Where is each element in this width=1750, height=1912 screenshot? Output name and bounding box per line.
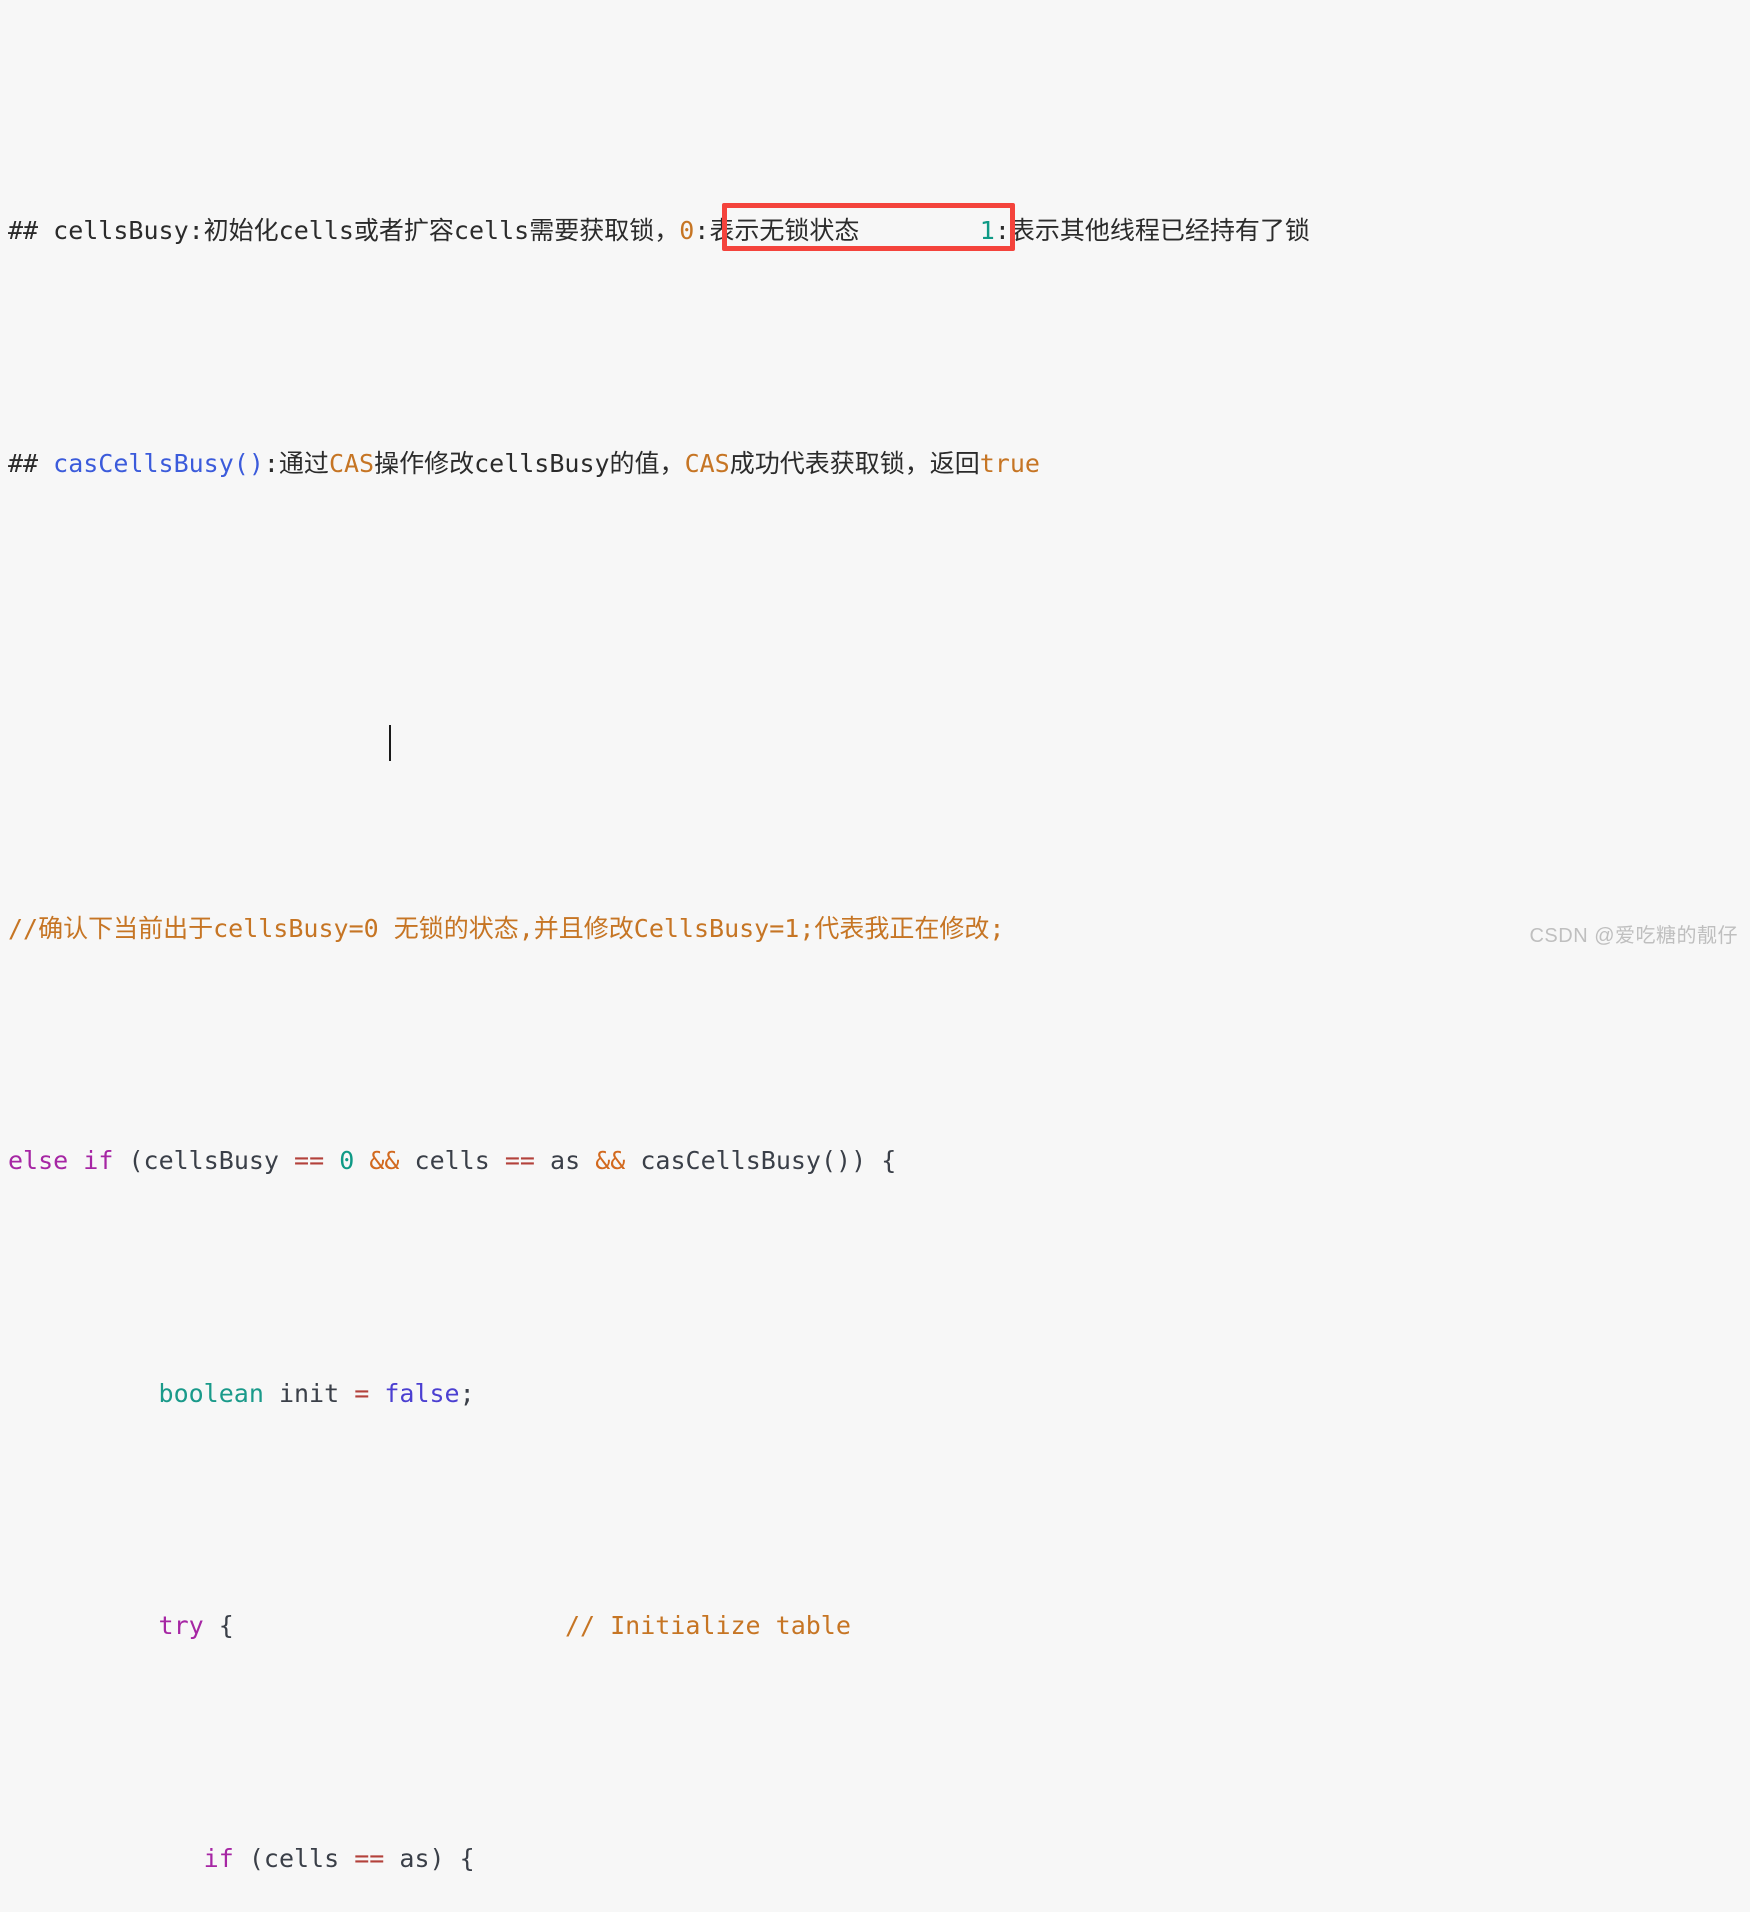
comment-confirm-text: //确认下当前出于cellsBusy=0 无锁的状态,并且修改CellsBusy… [8, 913, 1005, 943]
paren-close: ) [851, 1146, 867, 1175]
operator-equality-3: == [354, 1843, 385, 1873]
code-listing: ## cellsBusy:初始化cells或者扩容cells需要获取锁，0:表示… [8, 22, 1738, 1912]
note-cellsbusy-desc: :初始化cells或者扩容cells需要获取锁， [188, 216, 680, 245]
ident-cells: cells [414, 1146, 490, 1175]
keyword-if: if [83, 1146, 114, 1175]
note-value-one: 1 [979, 216, 995, 245]
code-line-if-cells-as: if (cells == as) { [8, 1836, 1738, 1883]
operator-and-2: && [595, 1146, 626, 1175]
note-zero-desc: :表示无锁状态 [694, 216, 860, 245]
brace-open-if: { [459, 1843, 475, 1873]
ident-cells-2: cells [263, 1843, 340, 1873]
brace-open-else-if: { [881, 1146, 897, 1175]
note2-text-b: 操作修改cellsBusy的值， [374, 448, 685, 478]
note-gap [859, 216, 979, 245]
keyword-try: try [158, 1611, 204, 1640]
keyword-else: else [8, 1146, 69, 1175]
literal-false: false [384, 1378, 460, 1408]
keyword-if-cells: if [203, 1843, 234, 1873]
note-line-cascellsbusy: ## casCellsBusy():通过CAS操作修改cellsBusy的值，C… [8, 441, 1738, 488]
operator-and-1: && [369, 1146, 400, 1175]
note-value-zero: 0 [679, 216, 695, 245]
note2-text-a: :通过 [263, 448, 329, 478]
note-one-desc: :表示其他线程已经持有了锁 [994, 216, 1310, 245]
ident-as: as [550, 1146, 581, 1175]
note2-hash-prefix: ## [8, 448, 54, 478]
note2-text-c: 成功代表获取锁，返回 [729, 448, 980, 478]
comment-line-confirm: //确认下当前出于cellsBusy=0 无锁的状态,并且修改CellsBusy… [8, 906, 1738, 953]
csdn-watermark: CSDN @爱吃糖的靓仔 [1529, 925, 1738, 947]
note2-term-cascellsbusy: casCellsBusy() [53, 448, 264, 478]
ident-as-2: as [399, 1843, 430, 1873]
type-boolean: boolean [158, 1378, 264, 1408]
operator-assign-1: = [354, 1378, 370, 1408]
paren-close-2: ) [429, 1843, 445, 1873]
comment-initialize-table: // Initialize table [564, 1611, 851, 1640]
note-term-cellsbusy: cellsBusy [53, 216, 189, 245]
note-hash-prefix: ## [8, 216, 54, 245]
semicolon-1: ; [459, 1378, 475, 1408]
note2-true-literal: true [979, 448, 1040, 478]
number-zero: 0 [339, 1146, 355, 1175]
screenshot-canvas: ## cellsBusy:初始化cells或者扩容cells需要获取锁，0:表示… [0, 0, 1750, 1873]
text-cursor-caret [389, 725, 391, 761]
code-line-try: try { // Initialize table [8, 1603, 1738, 1650]
note2-cas-2: CAS [684, 448, 730, 478]
operator-equality-2: == [504, 1146, 535, 1175]
call-cascellsbusy: casCellsBusy() [640, 1146, 852, 1175]
ident-cellsbusy: cellsBusy [143, 1146, 279, 1175]
operator-equality-1: == [294, 1146, 325, 1175]
brace-open-try: { [218, 1611, 234, 1640]
code-line-else-if: else if (cellsBusy == 0 && cells == as &… [8, 1138, 1738, 1185]
ident-init: init [278, 1378, 340, 1408]
note2-cas-1: CAS [328, 448, 375, 478]
paren-open-2: ( [248, 1843, 264, 1873]
code-line-boolean-init: boolean init = false; [8, 1371, 1738, 1418]
paren-open: ( [128, 1146, 144, 1175]
note-line-cellsbusy: ## cellsBusy:初始化cells或者扩容cells需要获取锁，0:表示… [8, 208, 1738, 255]
